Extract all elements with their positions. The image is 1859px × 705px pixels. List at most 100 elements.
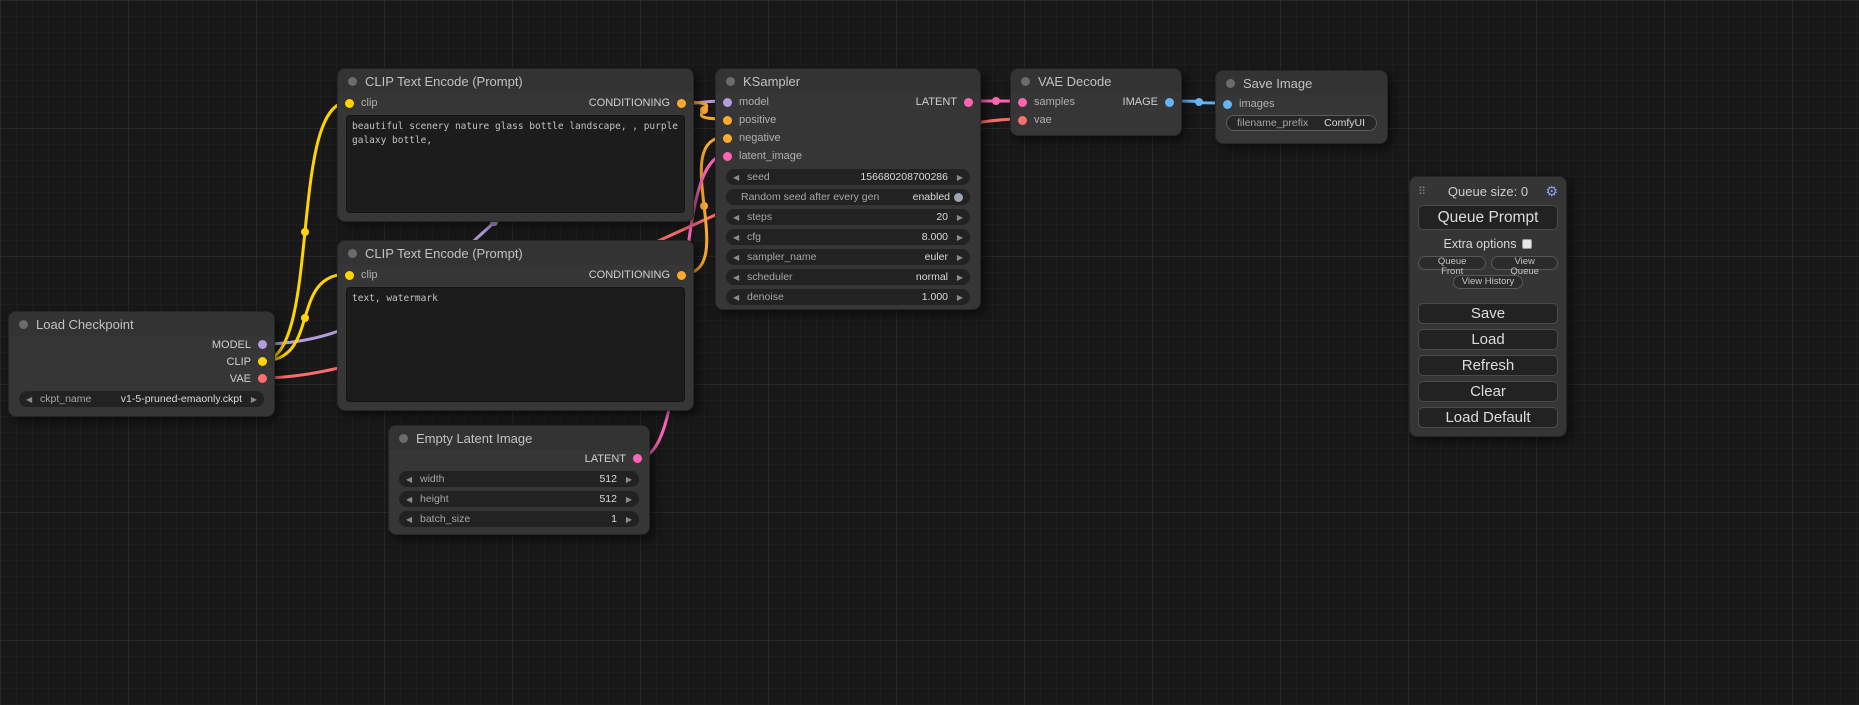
output-port-latent[interactable]: [633, 454, 642, 463]
input-port-latent-image[interactable]: [723, 152, 732, 161]
node-save-image[interactable]: Save Image images filename_prefix ComfyU…: [1215, 70, 1388, 144]
output-port-conditioning[interactable]: [677, 99, 686, 108]
output-label-vae: VAE: [230, 373, 251, 385]
scheduler-widget[interactable]: ◀ scheduler normal ▶: [726, 269, 970, 285]
extra-options-checkbox[interactable]: [1522, 239, 1532, 249]
increment-arrow-icon[interactable]: ▶: [952, 173, 963, 182]
collapse-dot[interactable]: [348, 77, 357, 86]
decrement-arrow-icon[interactable]: ◀: [733, 253, 744, 262]
increment-arrow-icon[interactable]: ▶: [621, 475, 632, 484]
increment-arrow-icon[interactable]: ▶: [952, 213, 963, 222]
width-widget[interactable]: ◀ width 512 ▶: [399, 471, 639, 487]
output-port-model[interactable]: [258, 340, 267, 349]
input-label-model: model: [739, 96, 769, 108]
input-port-negative[interactable]: [723, 134, 732, 143]
denoise-widget[interactable]: ◀ denoise 1.000 ▶: [726, 289, 970, 305]
input-label-vae: vae: [1034, 114, 1052, 126]
node-clip-text-encode-negative[interactable]: CLIP Text Encode (Prompt) clip CONDITION…: [337, 240, 694, 411]
drag-handle-icon[interactable]: ⠿: [1418, 185, 1434, 198]
increment-arrow-icon[interactable]: ▶: [952, 253, 963, 262]
decrement-arrow-icon[interactable]: ◀: [733, 213, 744, 222]
output-port-clip[interactable]: [258, 357, 267, 366]
node-title-bar[interactable]: VAE Decode: [1011, 69, 1181, 93]
collapse-dot[interactable]: [348, 249, 357, 258]
node-title-bar[interactable]: Load Checkpoint: [9, 312, 274, 336]
increment-arrow-icon[interactable]: ▶: [952, 233, 963, 242]
node-title-bar[interactable]: KSampler: [716, 69, 980, 93]
steps-widget[interactable]: ◀ steps 20 ▶: [726, 209, 970, 225]
increment-arrow-icon[interactable]: ▶: [246, 395, 257, 404]
output-port-vae[interactable]: [258, 374, 267, 383]
view-queue-button[interactable]: View Queue: [1491, 256, 1558, 270]
sampler-name-widget[interactable]: ◀ sampler_name euler ▶: [726, 249, 970, 265]
increment-arrow-icon[interactable]: ▶: [952, 293, 963, 302]
node-title: KSampler: [743, 74, 800, 89]
node-vae-decode[interactable]: VAE Decode samples IMAGE vae: [1010, 68, 1182, 136]
collapse-dot[interactable]: [726, 77, 735, 86]
input-port-images[interactable]: [1223, 100, 1232, 109]
random-seed-toggle-widget[interactable]: Random seed after every gen enabled: [726, 189, 970, 205]
node-title: CLIP Text Encode (Prompt): [365, 74, 523, 89]
node-title-bar[interactable]: Empty Latent Image: [389, 426, 649, 450]
clear-button[interactable]: Clear: [1418, 381, 1558, 402]
input-port-samples[interactable]: [1018, 98, 1027, 107]
input-port-positive[interactable]: [723, 116, 732, 125]
node-ksampler[interactable]: KSampler model LATENT positive negative: [715, 68, 981, 310]
input-port-clip[interactable]: [345, 271, 354, 280]
collapse-dot[interactable]: [1021, 77, 1030, 86]
toggle-state-dot[interactable]: [954, 193, 963, 202]
widget-value: normal: [916, 271, 952, 283]
decrement-arrow-icon[interactable]: ◀: [406, 495, 417, 504]
height-widget[interactable]: ◀ height 512 ▶: [399, 491, 639, 507]
queue-prompt-button[interactable]: Queue Prompt: [1418, 205, 1558, 230]
output-port-latent[interactable]: [964, 98, 973, 107]
node-title-bar[interactable]: CLIP Text Encode (Prompt): [338, 69, 693, 93]
output-label-model: MODEL: [212, 339, 251, 351]
prompt-textarea[interactable]: beautiful scenery nature glass bottle la…: [346, 115, 685, 213]
input-port-clip[interactable]: [345, 99, 354, 108]
collapse-dot[interactable]: [19, 320, 28, 329]
input-port-model[interactable]: [723, 98, 732, 107]
output-port-conditioning[interactable]: [677, 271, 686, 280]
decrement-arrow-icon[interactable]: ◀: [26, 395, 37, 404]
node-title-bar[interactable]: Save Image: [1216, 71, 1387, 95]
input-label-clip: clip: [361, 97, 378, 109]
batch-size-widget[interactable]: ◀ batch_size 1 ▶: [399, 511, 639, 527]
settings-gear-icon[interactable]: ⚙: [1542, 183, 1558, 200]
node-title: Empty Latent Image: [416, 431, 532, 446]
view-history-button[interactable]: View History: [1453, 275, 1524, 289]
cfg-widget[interactable]: ◀ cfg 8.000 ▶: [726, 229, 970, 245]
queue-front-button[interactable]: Queue Front: [1418, 256, 1486, 270]
decrement-arrow-icon[interactable]: ◀: [733, 293, 744, 302]
input-port-vae[interactable]: [1018, 116, 1027, 125]
filename-prefix-widget[interactable]: filename_prefix ComfyUI: [1226, 115, 1377, 131]
seed-widget[interactable]: ◀ seed 156680208700286 ▶: [726, 169, 970, 185]
refresh-button[interactable]: Refresh: [1418, 355, 1558, 376]
ckpt-name-widget[interactable]: ◀ ckpt_name v1-5-pruned-emaonly.ckpt ▶: [19, 391, 264, 407]
collapse-dot[interactable]: [1226, 79, 1235, 88]
increment-arrow-icon[interactable]: ▶: [621, 495, 632, 504]
input-label-latent-image: latent_image: [739, 150, 802, 162]
node-empty-latent-image[interactable]: Empty Latent Image LATENT ◀ width 512 ▶ …: [388, 425, 650, 535]
node-clip-text-encode-positive[interactable]: CLIP Text Encode (Prompt) clip CONDITION…: [337, 68, 694, 222]
increment-arrow-icon[interactable]: ▶: [621, 515, 632, 524]
save-button[interactable]: Save: [1418, 303, 1558, 324]
input-label-negative: negative: [739, 132, 781, 144]
collapse-dot[interactable]: [399, 434, 408, 443]
decrement-arrow-icon[interactable]: ◀: [406, 475, 417, 484]
decrement-arrow-icon[interactable]: ◀: [733, 173, 744, 182]
graph-canvas[interactable]: Load Checkpoint MODEL CLIP VAE ◀ ckpt_na…: [0, 0, 1859, 705]
node-load-checkpoint[interactable]: Load Checkpoint MODEL CLIP VAE ◀ ckpt_na…: [8, 311, 275, 417]
prompt-textarea[interactable]: text, watermark: [346, 287, 685, 402]
decrement-arrow-icon[interactable]: ◀: [733, 233, 744, 242]
widget-value: 1: [611, 513, 621, 525]
node-title: VAE Decode: [1038, 74, 1111, 89]
widget-value: euler: [925, 251, 952, 263]
decrement-arrow-icon[interactable]: ◀: [733, 273, 744, 282]
output-port-image[interactable]: [1165, 98, 1174, 107]
decrement-arrow-icon[interactable]: ◀: [406, 515, 417, 524]
load-default-button[interactable]: Load Default: [1418, 407, 1558, 428]
node-title-bar[interactable]: CLIP Text Encode (Prompt): [338, 241, 693, 265]
increment-arrow-icon[interactable]: ▶: [952, 273, 963, 282]
load-button[interactable]: Load: [1418, 329, 1558, 350]
